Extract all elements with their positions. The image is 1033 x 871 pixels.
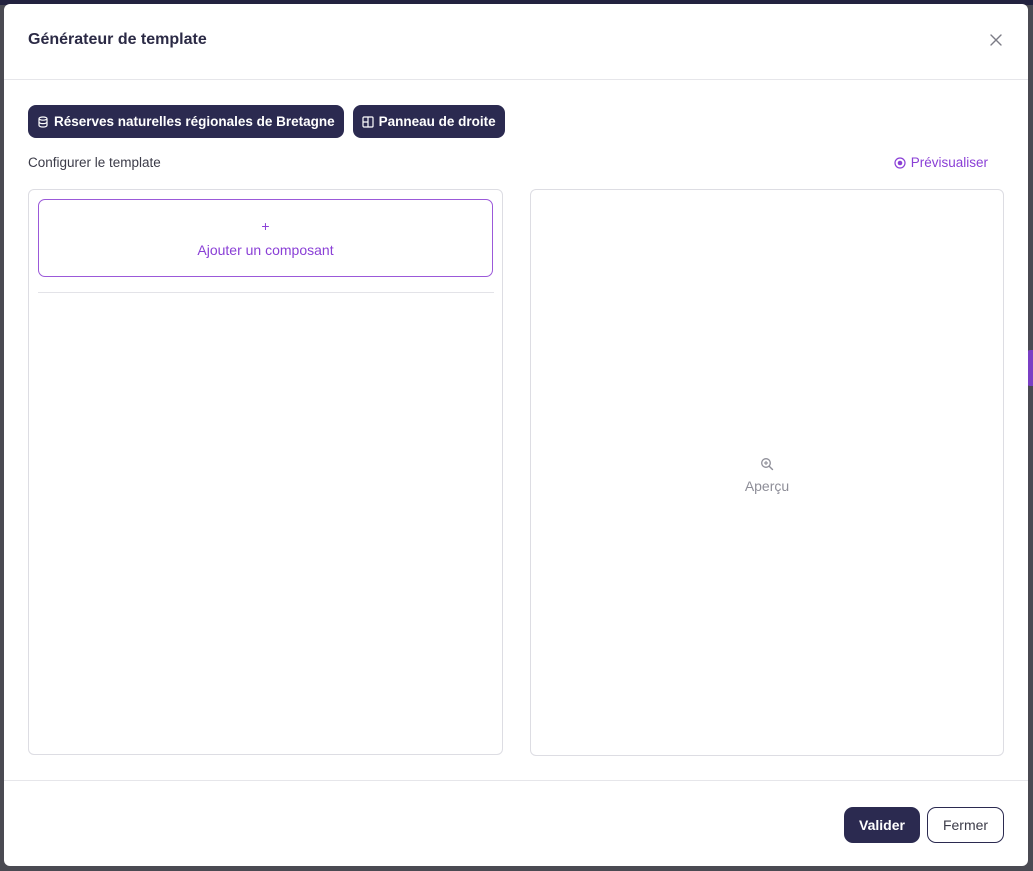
panel-divider	[38, 292, 494, 293]
configure-template-label: Configurer le template	[28, 155, 161, 170]
chip-data-source-label: Réserves naturelles régionales de Bretag…	[54, 114, 335, 129]
source-chips: Réserves naturelles régionales de Bretag…	[28, 105, 505, 138]
database-icon	[37, 115, 49, 128]
plus-icon: +	[261, 217, 270, 234]
template-generator-modal: Générateur de template Réserves naturell…	[4, 4, 1028, 866]
layout-panel-icon	[362, 115, 374, 128]
zoom-in-icon	[761, 458, 774, 471]
eye-circle-icon	[894, 156, 906, 169]
fermer-button[interactable]: Fermer	[927, 807, 1004, 843]
add-component-button[interactable]: + Ajouter un composant	[38, 199, 493, 277]
valider-button[interactable]: Valider	[844, 807, 920, 843]
modal-footer: Valider Fermer	[4, 780, 1028, 866]
modal-header: Générateur de template	[4, 4, 1028, 80]
preview-placeholder-label: Aperçu	[744, 478, 790, 494]
component-config-panel: + Ajouter un composant	[28, 189, 503, 755]
modal-title: Générateur de template	[28, 31, 207, 48]
close-icon	[990, 34, 1002, 46]
preview-link-label: Prévisualiser	[910, 155, 988, 170]
chip-data-source[interactable]: Réserves naturelles régionales de Bretag…	[28, 105, 344, 138]
close-button[interactable]	[986, 30, 1006, 50]
chip-layout-label: Panneau de droite	[378, 114, 496, 129]
add-component-label: Ajouter un composant	[197, 241, 334, 258]
preview-panel: Aperçu	[530, 189, 1004, 756]
preview-link[interactable]: Prévisualiser	[894, 155, 988, 170]
chip-layout[interactable]: Panneau de droite	[352, 105, 505, 138]
